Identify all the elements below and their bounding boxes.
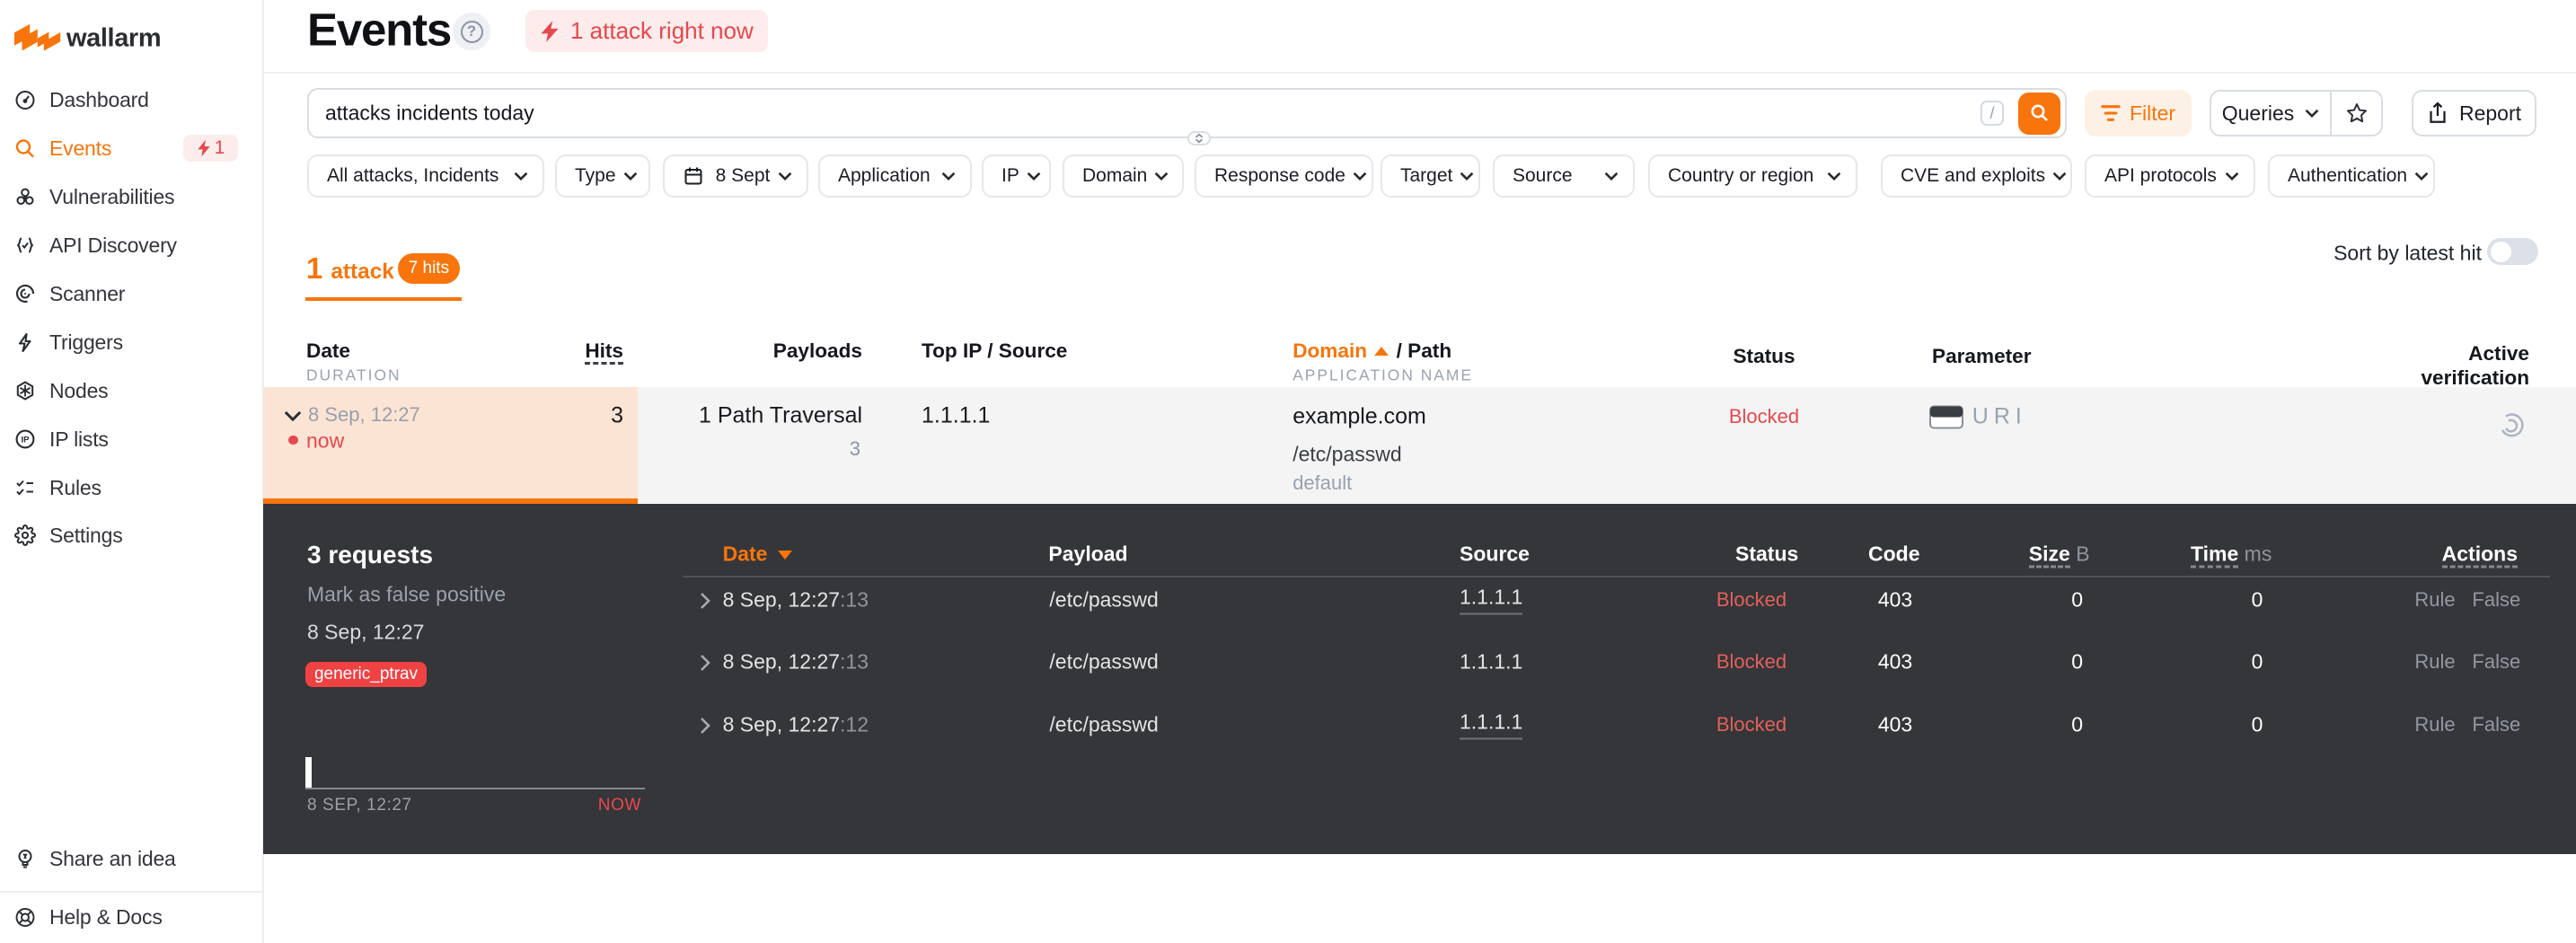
svg-text:IP: IP [21, 436, 30, 445]
